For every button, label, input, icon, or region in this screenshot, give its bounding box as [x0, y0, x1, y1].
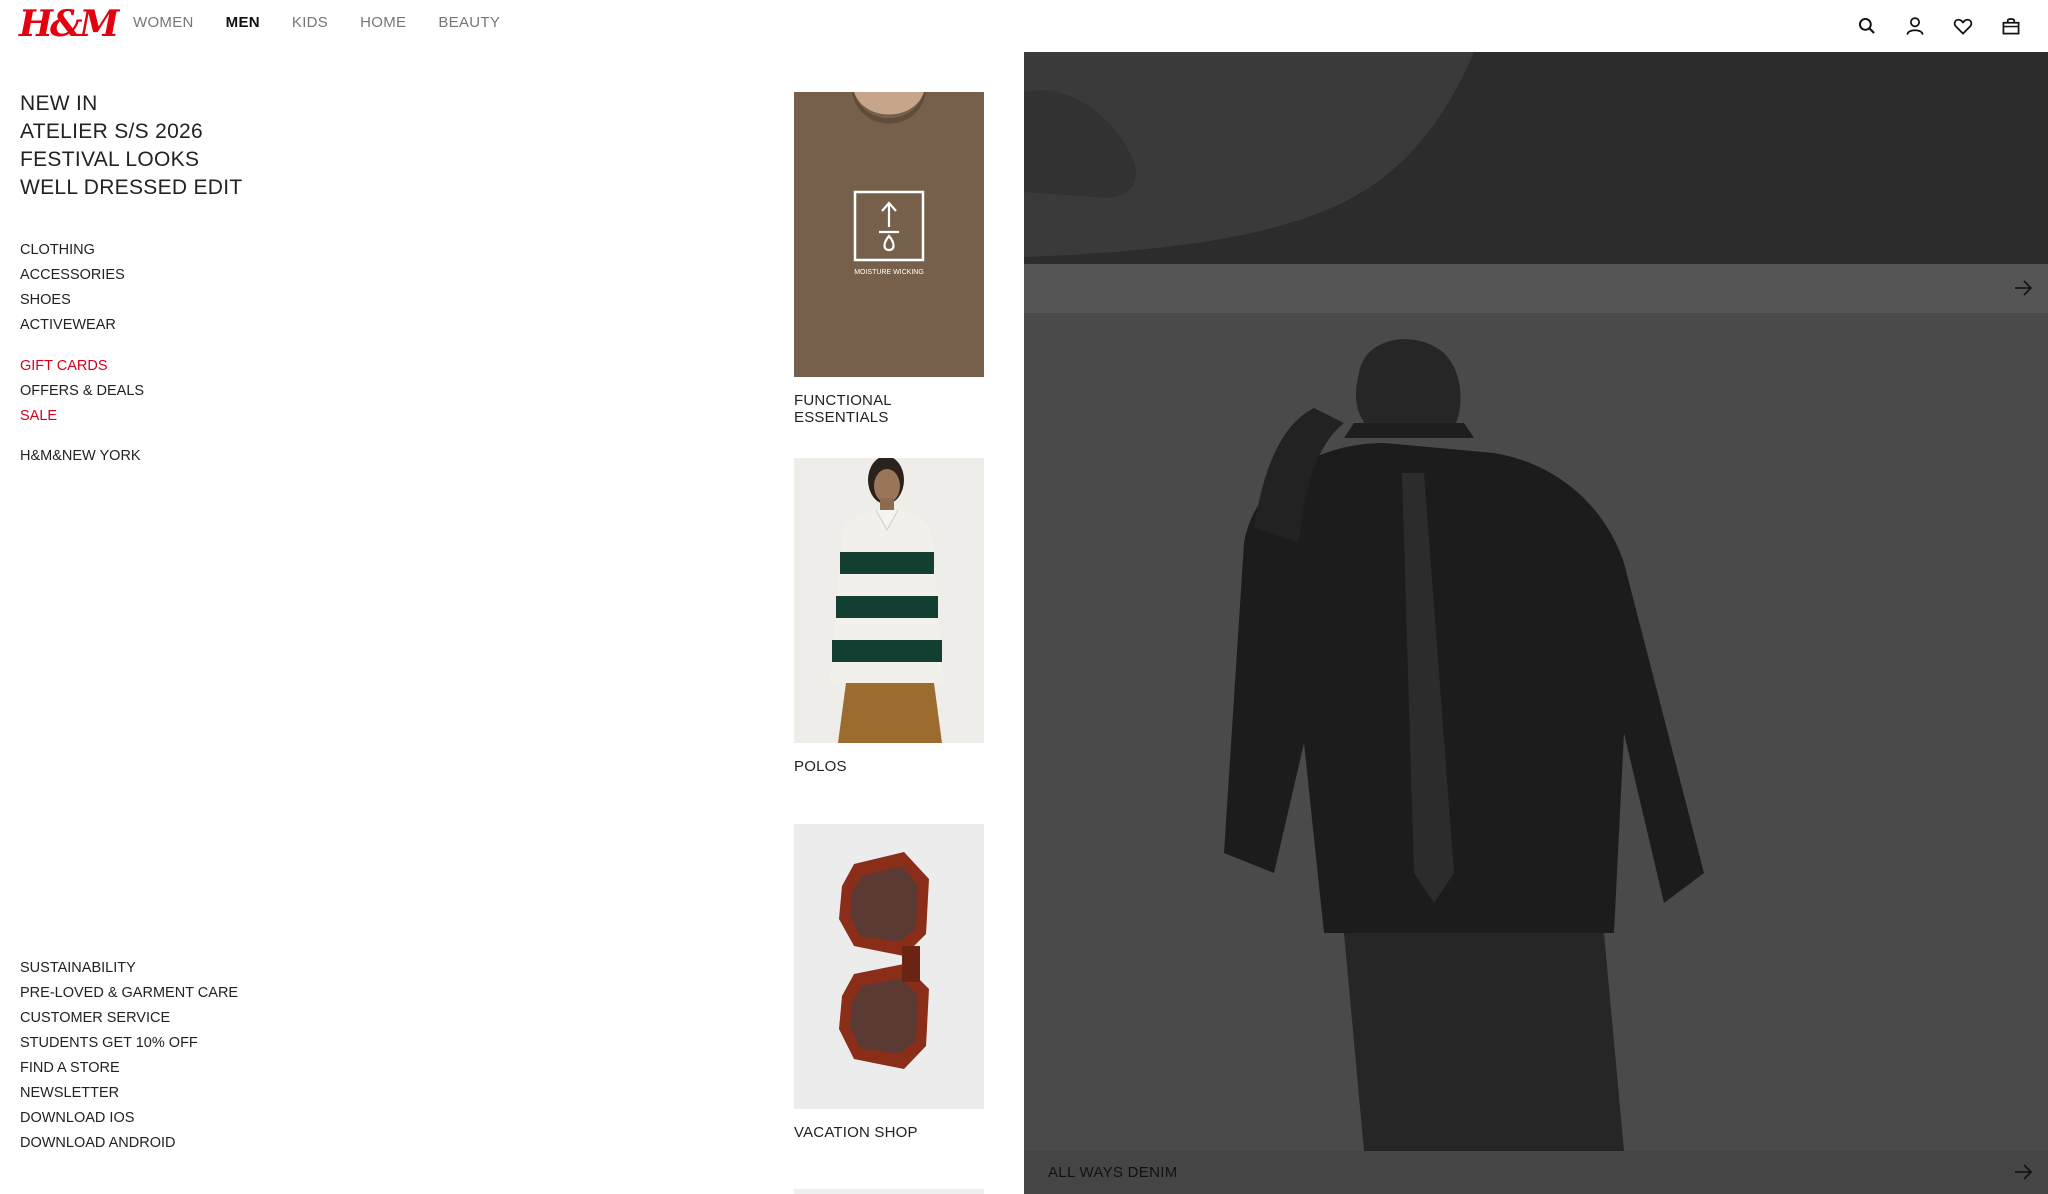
footer-links: SUSTAINABILITY PRE-LOVED & GARMENT CARE … — [20, 956, 238, 1156]
product-image-polo — [794, 458, 984, 743]
search-icon[interactable] — [1854, 13, 1880, 39]
collab-links: H&M&NEW YORK — [20, 444, 141, 469]
menu-atelier[interactable]: ATELIER S/S 2026 — [20, 118, 420, 146]
menu-activewear[interactable]: ACTIVEWEAR — [20, 313, 125, 338]
category-links: CLOTHING ACCESSORIES SHOES ACTIVEWEAR — [20, 238, 125, 338]
product-card-vacation-shop[interactable]: VACATION SHOP — [794, 824, 984, 1141]
menu-pre-loved[interactable]: PRE-LOVED & GARMENT CARE — [20, 981, 238, 1006]
nav-beauty[interactable]: BEAUTY — [438, 14, 500, 31]
nav-women[interactable]: WOMEN — [133, 14, 194, 31]
product-caption[interactable]: VACATION SHOP — [794, 1124, 984, 1141]
menu-festival-looks[interactable]: FESTIVAL LOOKS — [20, 146, 420, 174]
product-image-tshirt: MOISTURE WICKING — [794, 92, 984, 377]
product-caption[interactable]: FUNCTIONAL ESSENTIALS — [794, 392, 984, 426]
hero-image-top — [1024, 52, 2048, 264]
menu-download-ios[interactable]: DOWNLOAD IOS — [20, 1106, 238, 1131]
menu-sale[interactable]: SALE — [20, 404, 144, 429]
offer-links: GIFT CARDS OFFERS & DEALS SALE — [20, 354, 144, 429]
account-icon[interactable] — [1902, 13, 1928, 39]
moisture-wicking-badge: MOISTURE WICKING — [854, 269, 924, 276]
menu-newsletter[interactable]: NEWSLETTER — [20, 1081, 238, 1106]
nav-men[interactable]: MEN — [226, 14, 260, 31]
menu-find-store[interactable]: FIND A STORE — [20, 1056, 238, 1081]
menu-clothing[interactable]: CLOTHING — [20, 238, 125, 263]
menu-new-in[interactable]: NEW IN — [20, 90, 420, 118]
menu-sustainability[interactable]: SUSTAINABILITY — [20, 956, 238, 981]
product-card-functional-essentials[interactable]: MOISTURE WICKING FUNCTIONAL ESSENTIALS — [794, 92, 984, 426]
hero-caption-text: ALL WAYS DENIM — [1048, 1164, 1178, 1181]
hero-link-bar[interactable] — [1024, 264, 2048, 313]
hm-logo[interactable]: H&M — [19, 4, 119, 44]
header-actions — [1854, 13, 2024, 39]
featured-links: NEW IN ATELIER S/S 2026 FESTIVAL LOOKS W… — [20, 90, 420, 202]
product-card-polos[interactable]: POLOS — [794, 458, 984, 775]
menu-gift-cards[interactable]: GIFT CARDS — [20, 354, 144, 379]
nav-kids[interactable]: KIDS — [292, 14, 328, 31]
menu-well-dressed-edit[interactable]: WELL DRESSED EDIT — [20, 174, 420, 202]
menu-customer-service[interactable]: CUSTOMER SERVICE — [20, 1006, 238, 1031]
favorites-icon[interactable] — [1950, 13, 1976, 39]
menu-download-android[interactable]: DOWNLOAD ANDROID — [20, 1131, 238, 1156]
product-card-next-partial — [794, 1189, 984, 1194]
menu-hm-new-york[interactable]: H&M&NEW YORK — [20, 444, 141, 469]
menu-accessories[interactable]: ACCESSORIES — [20, 263, 125, 288]
top-navigation: WOMEN MEN KIDS HOME BEAUTY — [133, 14, 500, 31]
hero-image-model — [1024, 313, 2048, 1151]
hero-caption-bar[interactable]: ALL WAYS DENIM — [1024, 1151, 2048, 1194]
hero-panel-overlay: ALL WAYS DENIM — [1024, 52, 2048, 1194]
bag-icon[interactable] — [1998, 13, 2024, 39]
site-header: H&M WOMEN MEN KIDS HOME BEAUTY — [0, 0, 2048, 52]
menu-shoes[interactable]: SHOES — [20, 288, 125, 313]
menu-students-offer[interactable]: STUDENTS GET 10% OFF — [20, 1031, 238, 1056]
arrow-right-icon — [2015, 1164, 2033, 1180]
product-image-sunglasses — [794, 824, 984, 1109]
men-menu: NEW IN ATELIER S/S 2026 FESTIVAL LOOKS W… — [20, 90, 420, 1151]
menu-offers-deals[interactable]: OFFERS & DEALS — [20, 379, 144, 404]
arrow-right-icon — [2015, 280, 2033, 296]
product-caption[interactable]: POLOS — [794, 758, 984, 775]
nav-home[interactable]: HOME — [360, 14, 406, 31]
